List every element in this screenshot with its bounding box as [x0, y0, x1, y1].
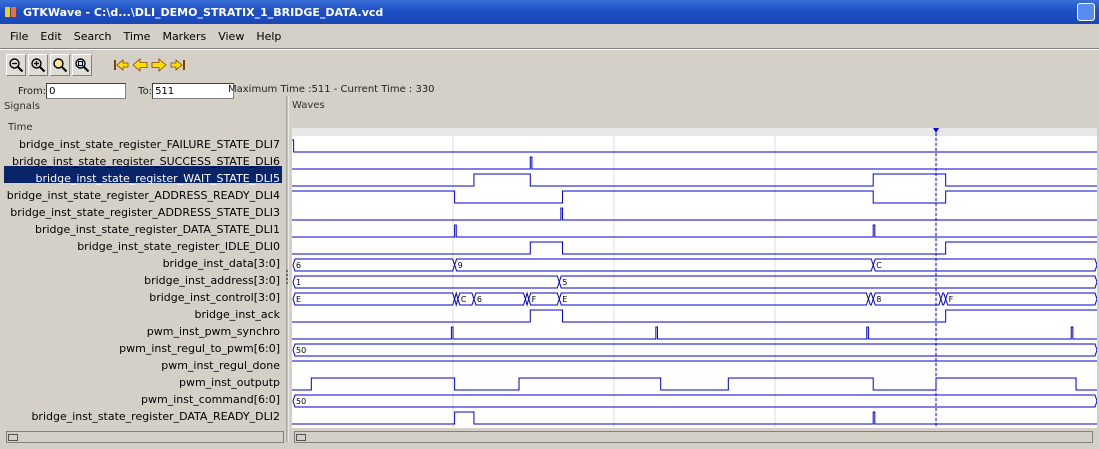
window-title: GTKWave - C:\d...\DLI_DEMO_STRATIX_1_BRI…	[23, 5, 384, 19]
bus-value-label: F	[949, 295, 954, 304]
bus-value-label: 50	[296, 346, 306, 355]
first-edge-button[interactable]	[112, 54, 130, 76]
signal-row[interactable]: bridge_inst_data[3:0]	[163, 255, 280, 272]
signal-row[interactable]: bridge_inst_control[3:0]	[149, 289, 280, 306]
waves-scrollbar[interactable]	[294, 431, 1093, 443]
scroll-left-icon	[8, 434, 18, 441]
waves-group-label: Waves	[292, 100, 327, 111]
bus-value-label: 8	[876, 295, 881, 304]
bus-value-label: 6	[296, 261, 301, 270]
bus-value-label: 6	[477, 295, 482, 304]
signal-row[interactable]: bridge_inst_state_register_WAIT_STATE_DL…	[36, 170, 280, 187]
menu-edit[interactable]: Edit	[34, 30, 67, 43]
menu-markers[interactable]: Markers	[156, 30, 212, 43]
bus-value-label: 1	[296, 278, 301, 287]
time-range: From: To:	[4, 82, 235, 100]
next-edge-button[interactable]	[150, 54, 168, 76]
toolbar	[6, 54, 188, 80]
last-edge-button[interactable]	[169, 54, 187, 76]
scroll-left-icon	[296, 434, 306, 441]
signal-row[interactable]: bridge_inst_state_register_ADDRESS_STATE…	[10, 204, 280, 221]
menu-help[interactable]: Help	[250, 30, 287, 43]
to-label: To:	[138, 85, 153, 97]
bus-value-label: E	[296, 295, 301, 304]
signal-row[interactable]: pwm_inst_regul_done	[161, 357, 280, 374]
title-bar: GTKWave - C:\d...\DLI_DEMO_STRATIX_1_BRI…	[0, 0, 1099, 24]
signal-row[interactable]: bridge_inst_state_register_ADDRESS_READY…	[7, 187, 280, 204]
menu-view[interactable]: View	[212, 30, 250, 43]
zoom-fit-button[interactable]	[50, 54, 70, 76]
menu-file[interactable]: File	[4, 30, 34, 43]
waves-background	[292, 128, 1097, 428]
signal-row[interactable]: pwm_inst_outputp	[179, 374, 280, 391]
signal-row[interactable]: pwm_inst_pwm_synchro	[147, 323, 280, 340]
zoom-out-button[interactable]	[6, 54, 26, 76]
window-button[interactable]	[1077, 3, 1095, 21]
zoom-full-button[interactable]	[72, 54, 92, 76]
signals-time-header: Time	[8, 122, 33, 133]
time-ruler	[292, 128, 1097, 136]
signal-row[interactable]: pwm_inst_regul_to_pwm[6:0]	[119, 340, 280, 357]
prev-edge-icon	[132, 58, 148, 72]
bus-value-label: 9	[458, 261, 463, 270]
signal-row[interactable]: bridge_inst_state_register_IDLE_DLI0	[77, 238, 280, 255]
zoom-fit-icon	[53, 58, 68, 73]
zoom-in-button[interactable]	[28, 54, 48, 76]
menu-search[interactable]: Search	[68, 30, 118, 43]
menu-separator	[0, 48, 1099, 50]
signal-row[interactable]: bridge_inst_state_register_SUCCESS_STATE…	[12, 153, 280, 170]
bus-value-label: C	[461, 295, 467, 304]
next-edge-icon	[151, 58, 167, 72]
zoom-out-icon	[9, 58, 24, 73]
bus-value-label: 50	[296, 397, 306, 406]
bus-value-label: 5	[562, 278, 567, 287]
last-edge-icon	[170, 59, 185, 71]
from-input[interactable]	[46, 83, 127, 99]
menu-bar: File Edit Search Time Markers View Help	[0, 26, 1099, 46]
bus-value-label: F	[532, 295, 537, 304]
signal-row[interactable]: bridge_inst_state_register_DATA_READY_DL…	[31, 408, 280, 425]
bus-value-label: C	[876, 261, 882, 270]
signals-group-label: Signals	[4, 101, 42, 112]
menu-time[interactable]: Time	[118, 30, 157, 43]
bus-value-label: E	[562, 295, 567, 304]
first-edge-icon	[114, 59, 129, 71]
zoom-in-icon	[31, 58, 46, 73]
signal-row[interactable]: pwm_inst_command[6:0]	[141, 391, 280, 408]
to-input[interactable]	[152, 83, 235, 99]
signal-row[interactable]: bridge_inst_state_register_DATA_STATE_DL…	[35, 221, 280, 238]
prev-edge-button[interactable]	[131, 54, 149, 76]
signal-row[interactable]: bridge_inst_ack	[194, 306, 280, 323]
from-label: From:	[18, 85, 47, 97]
signal-row[interactable]: bridge_inst_state_register_FAILURE_STATE…	[19, 136, 280, 153]
waves-canvas[interactable]: 10020030040069C15EC6FE8F5050	[292, 128, 1097, 428]
time-status: Maximum Time :511 - Current Time : 330	[228, 84, 435, 95]
signals-scrollbar[interactable]	[6, 431, 284, 443]
zoom-full-icon	[75, 58, 90, 73]
signal-row[interactable]: bridge_inst_address[3:0]	[144, 272, 280, 289]
pane-splitter[interactable]	[284, 96, 290, 442]
gtkwave-app-icon	[4, 5, 18, 19]
